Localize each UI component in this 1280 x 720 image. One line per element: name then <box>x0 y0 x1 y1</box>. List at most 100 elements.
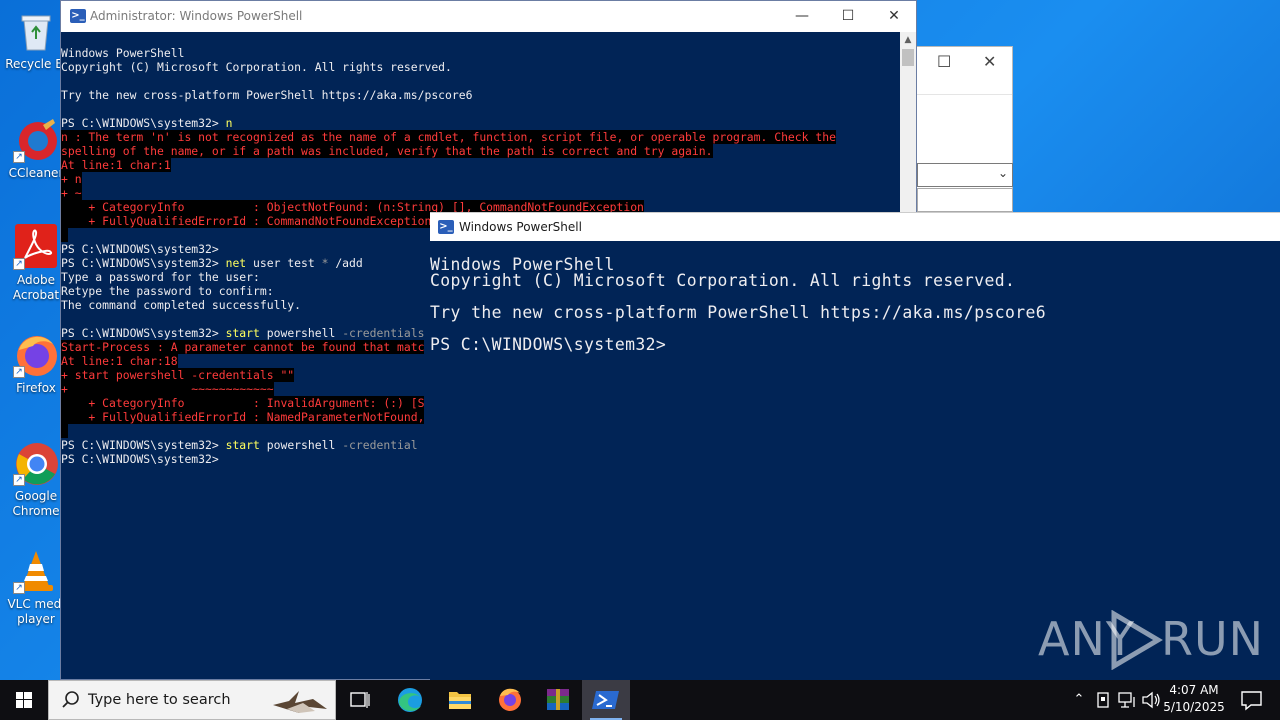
console-line: Try the new cross-platform PowerShell ht… <box>61 88 473 102</box>
taskbar: Type here to search ⌃ 4:07 AM 5/10/2025 <box>0 680 1280 720</box>
task-view-button[interactable] <box>336 680 384 720</box>
error-trailing-cell <box>61 424 68 438</box>
error-text: + FullyQualifiedErrorId : NamedParameter… <box>61 410 425 424</box>
shortcut-arrow-icon: ↗ <box>13 151 25 163</box>
powershell-icon: >_ <box>70 9 86 23</box>
command-text: net <box>225 256 247 270</box>
tray-volume-icon[interactable] <box>1140 680 1162 720</box>
error-text: n : The term 'n' is not recognized as th… <box>61 130 836 144</box>
prompt: PS C:\WINDOWS\system32> <box>61 256 226 270</box>
prompt: PS C:\WINDOWS\system32> <box>61 116 226 130</box>
taskbar-file-explorer-button[interactable] <box>436 680 484 720</box>
birds-search-highlight-icon <box>273 691 327 713</box>
console-line: Copyright (C) Microsoft Corporation. All… <box>430 271 1016 290</box>
error-text: + ~~~~~~~~~~~~ <box>61 382 274 396</box>
error-text: + n <box>61 172 82 186</box>
start-button[interactable] <box>0 680 48 720</box>
chrome-icon: ↗ <box>13 440 59 486</box>
parameter-text: -credentials <box>342 326 425 340</box>
prompt: PS C:\WINDOWS\system32> <box>61 438 226 452</box>
search-icon <box>62 691 79 708</box>
window-title: Administrator: Windows PowerShell <box>90 9 303 23</box>
background-dialog-dropdown[interactable]: ⌄ <box>917 163 1013 187</box>
windows-logo-icon <box>16 692 32 708</box>
tray-removable-device-icon[interactable] <box>1092 680 1114 720</box>
shortcut-arrow-icon: ↗ <box>13 474 25 486</box>
powershell-icon: >_ <box>438 220 454 234</box>
vertical-scrollbar[interactable]: ▲ <box>900 32 916 212</box>
console-line: PS C:\WINDOWS\system32> n <box>61 116 901 130</box>
error-text: At line:1 char:1 <box>61 158 171 172</box>
play-triangle-icon <box>1111 610 1163 670</box>
error-trailing-cell <box>61 228 68 242</box>
parameter-text: -credential <box>342 438 418 452</box>
edge-icon <box>398 688 422 712</box>
error-text: + ~ <box>61 186 82 200</box>
command-text: n <box>225 116 233 130</box>
taskbar-powershell-button[interactable] <box>582 680 630 720</box>
error-text: + FullyQualifiedErrorId : CommandNotFoun… <box>61 214 432 228</box>
scrollbar-thumb[interactable] <box>902 49 914 66</box>
acrobat-icon: ↗ <box>13 224 59 270</box>
argument-text: /add <box>328 256 363 270</box>
taskbar-edge-button[interactable] <box>386 680 434 720</box>
console-prompt-line: PS C:\WINDOWS\system32> <box>430 335 667 354</box>
error-text: + start powershell -credentials "" <box>61 368 295 382</box>
background-dialog-window[interactable]: ☐ ✕ ⌄ <box>916 46 1013 212</box>
background-dialog-field[interactable] <box>917 188 1013 212</box>
taskbar-winrar-button[interactable] <box>534 680 582 720</box>
anyrun-watermark: ANY RUN <box>1038 608 1263 672</box>
watermark-text-right: RUN <box>1161 612 1265 666</box>
error-text: Start-Process : A parameter cannot be fo… <box>61 340 425 354</box>
shortcut-arrow-icon: ↗ <box>13 582 25 594</box>
taskbar-firefox-button[interactable] <box>486 680 534 720</box>
file-explorer-icon <box>449 692 471 709</box>
firefox-icon: ↗ <box>13 332 59 378</box>
console-line: Copyright (C) Microsoft Corporation. All… <box>61 60 452 74</box>
scroll-up-arrow-icon[interactable]: ▲ <box>900 32 916 48</box>
shortcut-arrow-icon: ↗ <box>13 366 25 378</box>
taskbar-clock[interactable]: 4:07 AM 5/10/2025 <box>1160 682 1228 716</box>
error-text: spelling of the name, or if a path was i… <box>61 144 713 158</box>
admin-powershell-titlebar[interactable]: >_ Administrator: Windows PowerShell — ☐… <box>61 1 916 32</box>
search-placeholder: Type here to search <box>88 692 231 708</box>
tray-network-icon[interactable] <box>1116 680 1140 720</box>
error-line: + ~ <box>61 186 901 200</box>
tray-chevron-up-icon[interactable]: ⌃ <box>1068 680 1090 720</box>
maximize-icon[interactable]: ☐ <box>937 52 951 71</box>
close-icon[interactable]: ✕ <box>983 52 996 71</box>
prompt: PS C:\WINDOWS\system32> <box>61 326 226 340</box>
chevron-down-icon: ⌄ <box>997 166 1008 180</box>
powershell-icon <box>592 691 619 709</box>
command-text: start <box>225 438 260 452</box>
argument-text: user test <box>246 256 322 270</box>
command-text: start <box>225 326 260 340</box>
error-line: At line:1 char:1 <box>61 158 901 172</box>
recycle-bin-icon <box>13 8 59 54</box>
error-line: spelling of the name, or if a path was i… <box>61 144 901 158</box>
console-line: Try the new cross-platform PowerShell ht… <box>430 303 1047 322</box>
shortcut-arrow-icon: ↗ <box>13 258 25 270</box>
window-title: Windows PowerShell <box>459 220 582 234</box>
task-view-icon <box>350 692 370 708</box>
error-line: n : The term 'n' is not recognized as th… <box>61 130 901 144</box>
error-line: + n <box>61 172 901 186</box>
taskbar-search-box[interactable]: Type here to search <box>48 680 336 720</box>
error-text: + CategoryInfo : InvalidArgument: (:) [S <box>61 396 425 410</box>
argument-text: powershell <box>259 326 343 340</box>
minimize-button[interactable]: — <box>779 1 825 32</box>
close-button[interactable]: ✕ <box>871 1 917 32</box>
console-line: Windows PowerShell <box>61 46 185 60</box>
winrar-icon <box>547 689 569 710</box>
firefox-icon <box>499 688 521 711</box>
clock-date: 5/10/2025 <box>1163 700 1225 714</box>
background-dialog-titlebar: ☐ ✕ <box>917 47 1012 95</box>
powershell-titlebar[interactable]: >_ Windows PowerShell <box>430 212 1280 241</box>
clock-time: 4:07 AM <box>1169 683 1219 697</box>
vlc-cone-icon: ↗ <box>13 548 59 594</box>
maximize-button[interactable]: ☐ <box>825 1 871 32</box>
notification-center-button[interactable] <box>1232 680 1272 720</box>
notification-icon <box>1241 691 1262 711</box>
